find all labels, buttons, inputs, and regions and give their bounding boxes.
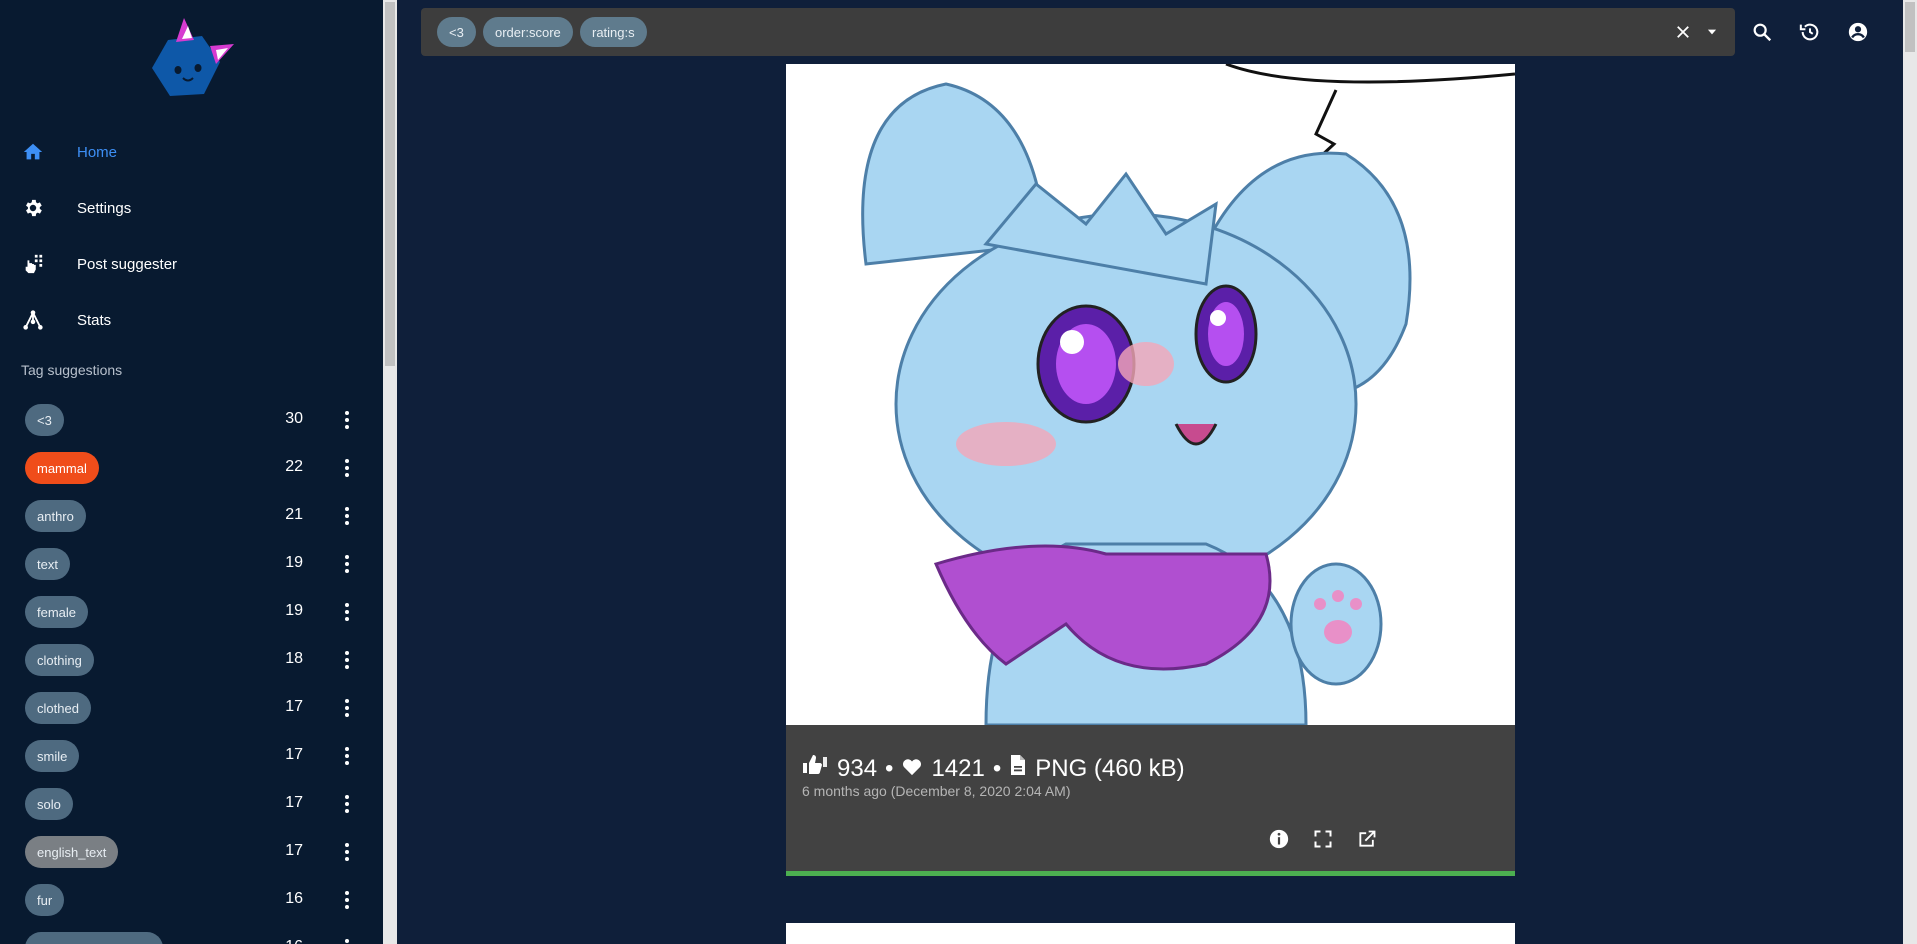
- more-vert-icon[interactable]: [337, 936, 357, 944]
- separator: •: [992, 754, 1002, 782]
- tag-count: 22: [285, 458, 303, 475]
- open-in-new-icon[interactable]: [1353, 825, 1381, 853]
- tag-count: 17: [285, 698, 303, 715]
- nav-stats-label: Stats: [77, 311, 112, 329]
- tag-count: 17: [285, 746, 303, 763]
- clear-icon[interactable]: [1671, 20, 1695, 44]
- tag-chip[interactable]: clothed: [25, 692, 91, 724]
- more-vert-icon[interactable]: [337, 408, 357, 432]
- tag-count: 19: [285, 602, 303, 619]
- post-file-info: PNG (460 kB): [1035, 754, 1185, 782]
- more-vert-icon[interactable]: [337, 648, 357, 672]
- tag-count: 16: [285, 938, 303, 944]
- more-vert-icon[interactable]: [337, 696, 357, 720]
- tag-row: female 19: [0, 588, 383, 636]
- tag-chip[interactable]: solo: [25, 788, 73, 820]
- tag-count: 18: [285, 650, 303, 667]
- tag-row: anthro 21: [0, 492, 383, 540]
- tag-count: 17: [285, 842, 303, 859]
- tag-chip[interactable]: text: [25, 548, 70, 580]
- tag-row: solo 17: [0, 780, 383, 828]
- nav-post-suggester-label: Post suggester: [77, 255, 178, 273]
- tag-suggestions-title: Tag suggestions: [21, 362, 123, 378]
- gear-icon: [20, 195, 46, 221]
- app-logo: [152, 18, 234, 96]
- tag-count: 17: [285, 794, 303, 811]
- tag-row: clothing 18: [0, 636, 383, 684]
- next-post-image[interactable]: [786, 923, 1515, 944]
- fullscreen-icon[interactable]: [1309, 825, 1337, 853]
- sidebar-scrollbar[interactable]: [383, 0, 397, 944]
- account-icon[interactable]: [1842, 16, 1874, 48]
- search-icon[interactable]: [1746, 16, 1778, 48]
- nav-home-label: Home: [77, 143, 118, 161]
- search-chip[interactable]: order:score: [483, 17, 573, 47]
- tag-chip[interactable]: anthro: [25, 500, 86, 532]
- more-vert-icon[interactable]: [337, 456, 357, 480]
- nav-settings[interactable]: Settings: [0, 182, 383, 234]
- tag-chip[interactable]: fur: [25, 884, 65, 916]
- more-vert-icon[interactable]: [337, 600, 357, 624]
- tag-count: 19: [285, 554, 303, 571]
- tag-row: <3 30: [0, 396, 383, 444]
- post-info-panel: 934 • 1421 • PNG (460 kB) 6 months ago (…: [786, 725, 1515, 871]
- search-chip[interactable]: rating:s: [580, 17, 647, 47]
- more-vert-icon[interactable]: [337, 504, 357, 528]
- post-score: 934: [837, 754, 878, 782]
- tag-count: 30: [285, 410, 303, 427]
- post-progress-bar: [786, 871, 1515, 876]
- main-scrollbar-thumb[interactable]: [1905, 2, 1915, 52]
- history-icon[interactable]: [1794, 16, 1826, 48]
- tag-row: english_text 17: [0, 828, 383, 876]
- tag-row: 16: [0, 924, 383, 944]
- tag-row: text 19: [0, 540, 383, 588]
- sidebar: Home Settings Post suggester Stats Tag s…: [0, 0, 383, 944]
- tag-chip[interactable]: [25, 932, 163, 944]
- post-favorites: 1421: [931, 754, 985, 782]
- post-image[interactable]: [786, 64, 1515, 725]
- tag-row: smile 17: [0, 732, 383, 780]
- tag-chip[interactable]: clothing: [25, 644, 94, 676]
- nav-post-suggester[interactable]: Post suggester: [0, 238, 383, 290]
- nav-home[interactable]: Home: [0, 126, 383, 178]
- tag-chip[interactable]: female: [25, 596, 89, 628]
- score-icon: [801, 753, 829, 784]
- more-vert-icon[interactable]: [337, 792, 357, 816]
- home-icon: [20, 139, 46, 165]
- tag-chip[interactable]: smile: [25, 740, 80, 772]
- heart-icon: [901, 755, 923, 783]
- post-artwork: [786, 64, 1515, 725]
- more-vert-icon[interactable]: [337, 552, 357, 576]
- post-date: 6 months ago (December 8, 2020 2:04 AM): [802, 783, 1071, 799]
- tag-row: clothed 17: [0, 684, 383, 732]
- tag-chip[interactable]: <3: [25, 404, 64, 436]
- tag-count: 21: [285, 506, 303, 523]
- dropdown-arrow-icon[interactable]: [1700, 20, 1724, 44]
- more-vert-icon[interactable]: [337, 744, 357, 768]
- more-vert-icon[interactable]: [337, 888, 357, 912]
- sidebar-scrollbar-thumb[interactable]: [385, 2, 395, 366]
- search-chip[interactable]: <3: [437, 17, 476, 47]
- tag-chip[interactable]: mammal: [25, 452, 99, 484]
- nav-settings-label: Settings: [77, 199, 132, 217]
- search-bar[interactable]: <3 order:score rating:s: [421, 8, 1735, 56]
- hand-pointer-icon: [20, 251, 46, 277]
- tag-row: mammal 22: [0, 444, 383, 492]
- tag-row: fur 16: [0, 876, 383, 924]
- main-scrollbar[interactable]: [1903, 0, 1917, 944]
- separator: •: [885, 754, 894, 782]
- info-icon[interactable]: [1265, 825, 1293, 853]
- file-icon: [1009, 754, 1027, 783]
- post-stats: 934 • 1421 • PNG (460 kB): [801, 753, 1185, 784]
- tag-chip[interactable]: english_text: [25, 836, 119, 868]
- nav-stats[interactable]: Stats: [0, 294, 383, 346]
- tag-count: 16: [285, 890, 303, 907]
- graph-icon: [20, 307, 46, 333]
- more-vert-icon[interactable]: [337, 840, 357, 864]
